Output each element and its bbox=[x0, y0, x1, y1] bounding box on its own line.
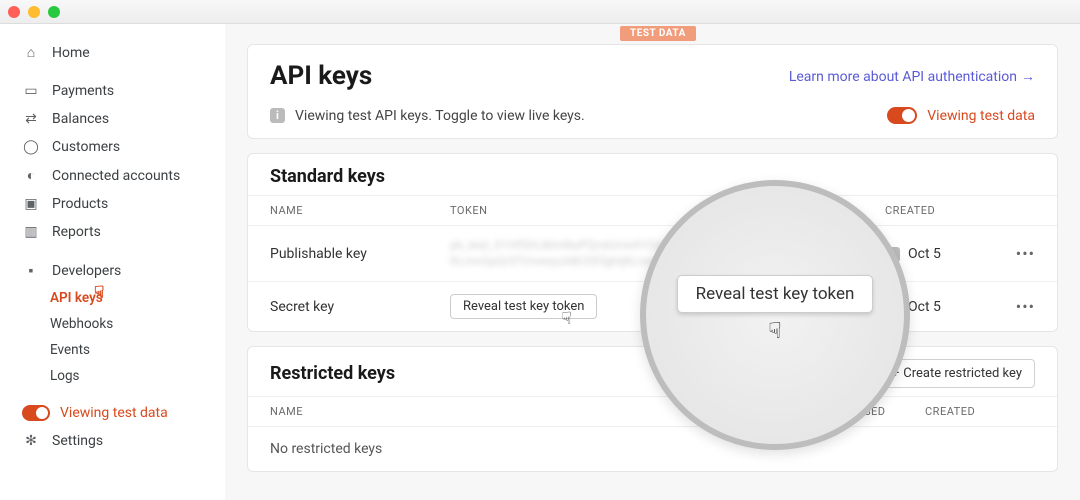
col-created: CREATED bbox=[885, 204, 995, 217]
reveal-token-button-magnified[interactable]: Reveal test key token bbox=[677, 275, 874, 313]
sidebar-item-label: Balances bbox=[52, 111, 109, 127]
notice-text: iViewing test API keys. Toggle to view l… bbox=[270, 108, 585, 124]
cursor-icon: ☟ bbox=[768, 319, 781, 344]
toggle-label: Viewing test data bbox=[60, 405, 168, 421]
page-title: API keys bbox=[270, 61, 372, 91]
sidebar-item-label: Reports bbox=[52, 224, 101, 240]
balance-icon: ⇄ bbox=[22, 111, 40, 127]
sidebar-item-label: Logs bbox=[50, 368, 80, 384]
sidebar: ⌂ Home ▭ Payments ⇄ Balances ◯ Customers ◐ Co… bbox=[0, 24, 225, 500]
sidebar-item-customers[interactable]: ◯ Customers bbox=[0, 133, 225, 161]
sidebar-item-logs[interactable]: Logs bbox=[0, 363, 225, 389]
restricted-keys-title: Restricted keys bbox=[270, 363, 395, 384]
sidebar-test-data-toggle[interactable]: Viewing test data bbox=[0, 399, 225, 427]
chart-icon: ▥ bbox=[22, 224, 40, 240]
sidebar-item-webhooks[interactable]: Webhooks bbox=[0, 311, 225, 337]
standard-keys-title: Standard keys bbox=[248, 154, 1057, 195]
header-card: API keys Learn more about API authentica… bbox=[247, 44, 1058, 139]
sidebar-item-label: Webhooks bbox=[50, 316, 113, 332]
sidebar-item-label: Connected accounts bbox=[52, 168, 180, 184]
globe-icon: ◐ bbox=[22, 167, 40, 184]
sidebar-item-products[interactable]: ▣ Products bbox=[0, 190, 225, 218]
standard-keys-header-row: NAME TOKEN CREATED bbox=[248, 195, 1057, 226]
col-name: NAME bbox=[270, 204, 450, 217]
row-actions-menu[interactable]: ••• bbox=[1016, 244, 1035, 263]
sidebar-item-balances[interactable]: ⇄ Balances bbox=[0, 105, 225, 133]
sidebar-item-events[interactable]: Events bbox=[0, 337, 225, 363]
maximize-window[interactable] bbox=[48, 6, 60, 18]
minimize-window[interactable] bbox=[28, 6, 40, 18]
magnifier-overlay: Reveal test key token ☟ bbox=[640, 180, 910, 450]
home-icon: ⌂ bbox=[22, 44, 40, 61]
key-name: Publishable key bbox=[270, 246, 450, 262]
terminal-icon: ▪ bbox=[22, 262, 40, 279]
key-name: Secret key bbox=[270, 299, 450, 315]
sidebar-item-label: Home bbox=[52, 45, 90, 61]
reveal-token-button[interactable]: Reveal test key token bbox=[450, 294, 597, 319]
restricted-keys-header-row: NAME TOKEN LAST USED CREATED bbox=[248, 396, 1057, 427]
row-actions-menu[interactable]: ••• bbox=[1016, 297, 1035, 316]
sidebar-item-label: Settings bbox=[52, 433, 103, 449]
sidebar-item-settings[interactable]: ✻ Settings bbox=[0, 427, 225, 455]
sidebar-item-api-keys[interactable]: API keys☟ bbox=[0, 285, 225, 311]
create-restricted-key-button[interactable]: +Create restricted key bbox=[879, 359, 1035, 388]
toggle-icon bbox=[887, 107, 917, 124]
col-created: CREATED bbox=[925, 405, 1035, 418]
info-icon: i bbox=[270, 108, 285, 123]
sidebar-item-developers[interactable]: ▪ Developers bbox=[0, 256, 225, 285]
sidebar-item-reports[interactable]: ▥ Reports bbox=[0, 218, 225, 246]
restricted-keys-empty: No restricted keys bbox=[248, 427, 1057, 471]
learn-more-link[interactable]: Learn more about API authentication→ bbox=[789, 68, 1035, 85]
sidebar-item-label: Developers bbox=[52, 263, 121, 279]
test-data-badge: TEST DATA bbox=[620, 26, 696, 41]
sidebar-item-payments[interactable]: ▭ Payments bbox=[0, 77, 225, 105]
user-icon: ◯ bbox=[22, 139, 40, 155]
cursor-icon: ☟ bbox=[561, 309, 571, 329]
close-window[interactable] bbox=[8, 6, 20, 18]
arrow-right-icon: → bbox=[1021, 69, 1035, 85]
created-cell: iOct 5 bbox=[885, 246, 995, 262]
col-name: NAME bbox=[270, 405, 450, 418]
box-icon: ▣ bbox=[22, 196, 40, 212]
card-icon: ▭ bbox=[22, 83, 40, 99]
toggle-icon bbox=[22, 405, 50, 421]
sidebar-item-label: Products bbox=[52, 196, 108, 212]
sidebar-item-label: Payments bbox=[52, 83, 114, 99]
sidebar-item-home[interactable]: ⌂ Home bbox=[0, 38, 225, 67]
cursor-icon: ☟ bbox=[94, 283, 104, 303]
header-test-data-toggle[interactable]: Viewing test data bbox=[887, 107, 1035, 124]
sidebar-item-connected-accounts[interactable]: ◐ Connected accounts bbox=[0, 161, 225, 190]
gear-icon: ✻ bbox=[22, 433, 40, 449]
window-titlebar bbox=[0, 0, 1080, 24]
sidebar-item-label: Customers bbox=[52, 139, 120, 155]
sidebar-item-label: Events bbox=[50, 342, 90, 358]
